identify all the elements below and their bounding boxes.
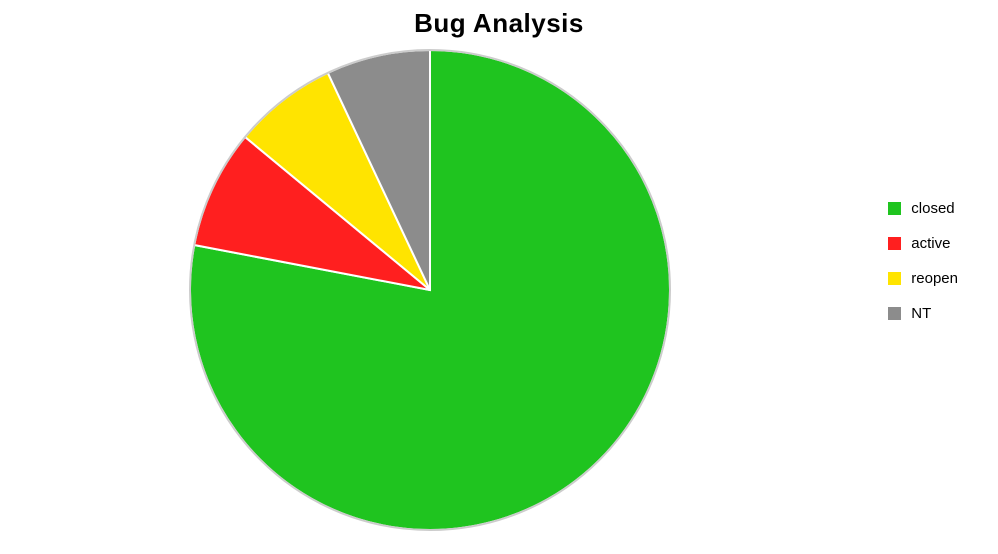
legend-label: reopen bbox=[911, 270, 958, 287]
legend-label: closed bbox=[911, 200, 954, 217]
legend-item-active: active bbox=[888, 235, 958, 252]
legend-swatch bbox=[888, 202, 901, 215]
legend-swatch bbox=[888, 272, 901, 285]
legend-swatch bbox=[888, 237, 901, 250]
legend-item-closed: closed bbox=[888, 200, 958, 217]
legend-item-NT: NT bbox=[888, 305, 958, 322]
chart-title: Bug Analysis bbox=[0, 8, 998, 39]
pie-svg bbox=[180, 40, 680, 540]
pie-plot-area bbox=[180, 40, 680, 540]
legend-label: NT bbox=[911, 305, 931, 322]
legend: closed active reopen NT bbox=[888, 200, 958, 340]
legend-item-reopen: reopen bbox=[888, 270, 958, 287]
legend-label: active bbox=[911, 235, 950, 252]
pie-chart: Bug Analysis closed active reopen NT bbox=[0, 0, 998, 554]
legend-swatch bbox=[888, 307, 901, 320]
